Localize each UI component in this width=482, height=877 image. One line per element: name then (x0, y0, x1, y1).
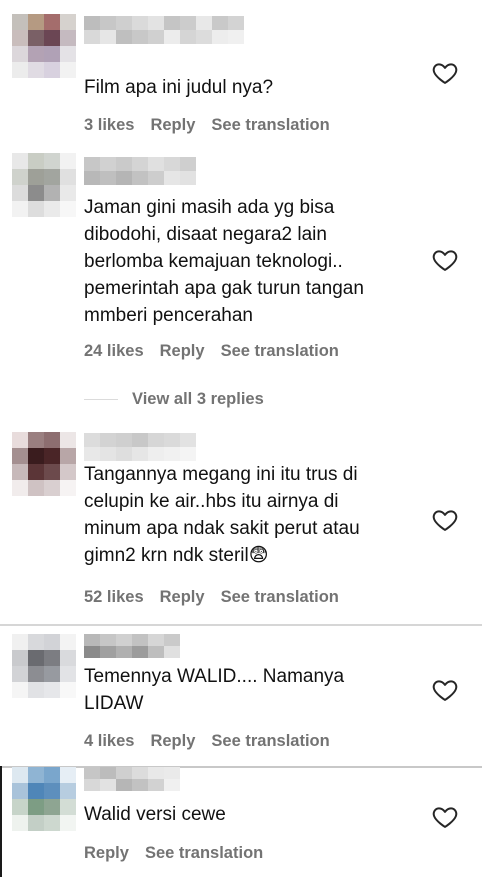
username-blurred[interactable] (84, 433, 196, 461)
comment-actions: 24 likes Reply See translation (84, 342, 355, 361)
username-blurred[interactable] (84, 16, 244, 44)
comment-text: Walid versi cewe (84, 804, 226, 825)
comment-text: Jaman gini masih ada yg bisa dibodohi, d… (84, 197, 364, 326)
heart-icon[interactable] (431, 676, 459, 704)
edge-line (0, 766, 2, 877)
avatar[interactable] (12, 767, 76, 831)
reply-button[interactable]: Reply (160, 588, 205, 606)
comment-actions: 4 likes Reply See translation (84, 732, 346, 751)
heart-icon[interactable] (431, 506, 459, 534)
likes-count[interactable]: 52 likes (84, 588, 144, 606)
comment-actions: 3 likes Reply See translation (84, 116, 346, 135)
see-translation-button[interactable]: See translation (211, 116, 329, 134)
reply-button[interactable]: Reply (160, 342, 205, 360)
username-blurred[interactable] (84, 634, 180, 662)
comment-text: Tangannya megang ini itu trus di celupin… (84, 464, 360, 566)
avatar[interactable] (12, 634, 76, 698)
comment-text: Film apa ini judul nya? (84, 77, 274, 98)
replies-line (84, 399, 118, 401)
reply-button[interactable]: Reply (150, 732, 195, 750)
heart-icon[interactable] (431, 59, 459, 87)
avatar[interactable] (12, 432, 76, 496)
avatar[interactable] (12, 14, 76, 78)
likes-count[interactable]: 3 likes (84, 116, 134, 134)
username-blurred[interactable] (84, 767, 180, 795)
heart-icon[interactable] (431, 246, 459, 274)
likes-count[interactable]: 4 likes (84, 732, 134, 750)
divider (0, 624, 482, 626)
username-blurred[interactable] (84, 157, 196, 185)
view-replies-label[interactable]: View all 3 replies (132, 390, 264, 408)
likes-count[interactable]: 24 likes (84, 342, 144, 360)
heart-icon[interactable] (431, 803, 459, 831)
see-translation-button[interactable]: See translation (145, 844, 263, 862)
view-replies[interactable]: View all 3 replies (84, 390, 264, 414)
comment-actions: Reply See translation (84, 844, 279, 863)
reply-button[interactable]: Reply (150, 116, 195, 134)
comment-text: Temennya WALID.... Namanya LIDAW (84, 666, 345, 714)
reply-button[interactable]: Reply (84, 844, 129, 862)
see-translation-button[interactable]: See translation (221, 588, 339, 606)
see-translation-button[interactable]: See translation (211, 732, 329, 750)
comment-actions: 52 likes Reply See translation (84, 588, 355, 607)
see-translation-button[interactable]: See translation (221, 342, 339, 360)
avatar[interactable] (12, 153, 76, 217)
